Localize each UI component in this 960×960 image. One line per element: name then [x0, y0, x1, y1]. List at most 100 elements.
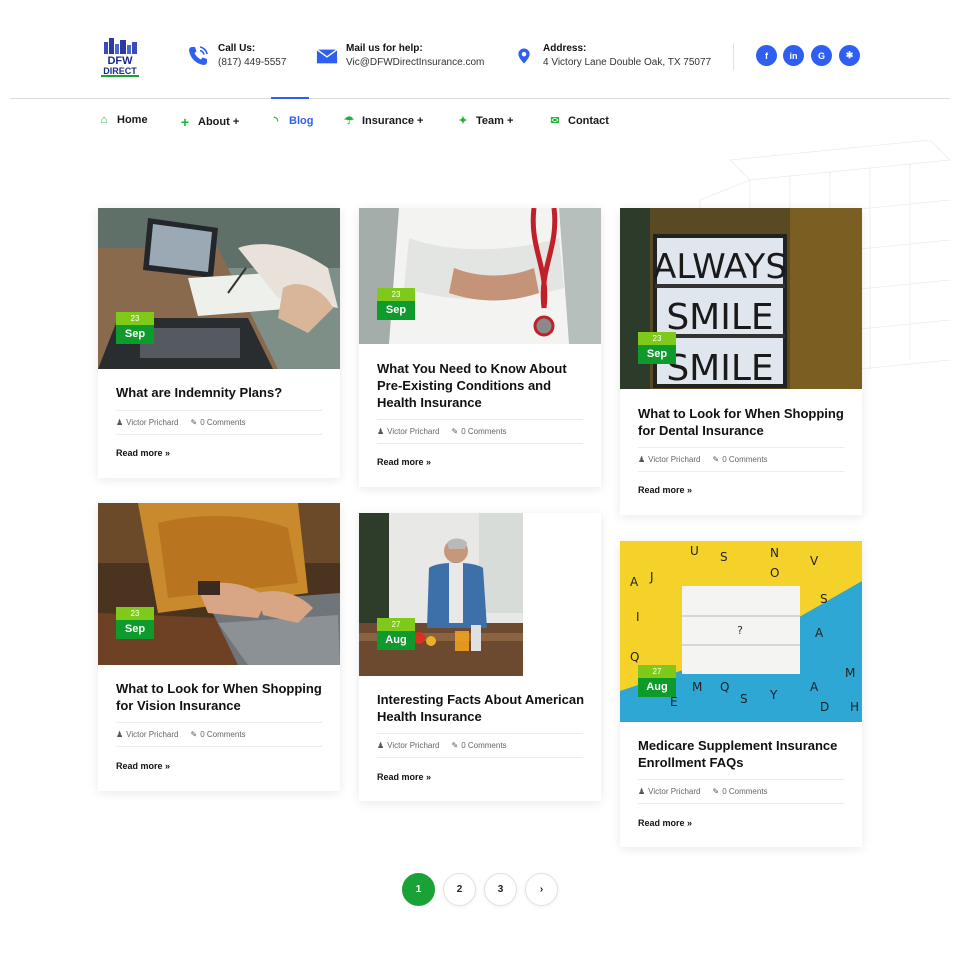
post-author[interactable]: Victor Prichard: [126, 730, 178, 739]
post-meta: ♟ Victor Prichard ✎ 0 Comments: [638, 779, 844, 804]
post-title[interactable]: Medicare Supplement Insurance Enrollment…: [638, 737, 846, 771]
svg-text:Q: Q: [720, 680, 729, 694]
svg-text:S: S: [740, 692, 748, 706]
svg-text:S: S: [720, 550, 728, 564]
read-more-link[interactable]: Read more »: [116, 448, 170, 458]
nav-contact[interactable]: ✉ Contact: [549, 114, 609, 128]
header-divider: [733, 43, 734, 70]
read-more-link[interactable]: Read more »: [116, 761, 170, 771]
nav-home-label: Home: [117, 114, 148, 126]
svg-text:I: I: [636, 610, 640, 624]
post-meta: ♟ Victor Prichard ✎ 0 Comments: [377, 733, 583, 758]
blog-card[interactable]: ALWAYS SMILE SMILE 23 Sep What to Look f…: [620, 208, 862, 515]
nav-about-label: About +: [198, 116, 240, 128]
phone-number[interactable]: (817) 449-5557: [218, 55, 286, 71]
rss-icon: ◝: [273, 115, 279, 127]
post-image-typing-laptop[interactable]: [98, 503, 340, 665]
users-icon: ✦: [458, 115, 468, 127]
date-badge: 23 Sep: [116, 312, 154, 344]
nav-insurance-label: Insurance +: [362, 114, 424, 127]
post-comments[interactable]: 0 Comments: [461, 427, 506, 436]
post-meta: ♟ Victor Prichard ✎ 0 Comments: [638, 447, 844, 472]
pagination-page-3[interactable]: 3: [484, 873, 517, 906]
blog-card[interactable]: 23 Sep What to Look for When Shopping fo…: [98, 503, 340, 791]
read-more-link[interactable]: Read more »: [377, 457, 431, 467]
post-comments[interactable]: 0 Comments: [722, 787, 767, 796]
post-author[interactable]: Victor Prichard: [387, 741, 439, 750]
post-author[interactable]: Victor Prichard: [648, 455, 700, 464]
blog-card[interactable]: ? JAUS NOVS AMAD YSQM EIQH 27 Aug Medica…: [620, 541, 862, 847]
mail-block[interactable]: Mail us for help: Vic@DFWDirectInsurance…: [316, 43, 484, 71]
post-author[interactable]: Victor Prichard: [648, 787, 700, 796]
post-comments[interactable]: 0 Comments: [200, 418, 245, 427]
call-us-block[interactable]: Call Us: (817) 449-5557: [186, 43, 286, 71]
post-title[interactable]: Interesting Facts About American Health …: [377, 691, 585, 725]
comments-icon: ✎: [451, 741, 459, 750]
date-month: Sep: [116, 325, 154, 344]
svg-text:A: A: [815, 626, 824, 640]
nav-team-label: Team +: [476, 114, 514, 127]
post-title[interactable]: What to Look for When Shopping for Visio…: [116, 680, 324, 714]
dfw-direct-logo[interactable]: DFW DIRECT: [98, 36, 142, 78]
date-badge: 23 Sep: [638, 332, 676, 364]
post-comments[interactable]: 0 Comments: [722, 455, 767, 464]
post-image-doctor-stethoscope[interactable]: [359, 208, 601, 344]
blog-card[interactable]: 23 Sep What You Need to Know About Pre-E…: [359, 208, 601, 487]
date-month: Sep: [638, 345, 676, 364]
blog-card[interactable]: 27 Aug Interesting Facts About American …: [359, 513, 601, 801]
call-us-label: Call Us:: [218, 43, 256, 54]
post-comments[interactable]: 0 Comments: [461, 741, 506, 750]
nav-contact-label: Contact: [568, 114, 609, 127]
svg-text:M: M: [692, 680, 702, 694]
svg-text:H: H: [850, 700, 859, 714]
read-more-link[interactable]: Read more »: [638, 485, 692, 495]
envelope-icon: ✉: [550, 115, 560, 127]
nav-home[interactable]: ⌂ Home: [98, 114, 148, 126]
post-author[interactable]: Victor Prichard: [126, 418, 178, 427]
email-address[interactable]: Vic@DFWDirectInsurance.com: [346, 55, 484, 71]
plus-icon: +: [180, 114, 190, 130]
nav-about[interactable]: + About +: [179, 114, 239, 130]
lightbox-text-line3: SMILE: [666, 348, 773, 389]
post-title[interactable]: What are Indemnity Plans?: [116, 384, 324, 401]
svg-text:V: V: [810, 554, 819, 568]
nav-insurance[interactable]: ☂ Insurance +: [343, 114, 424, 128]
lightbox-question-mark: ?: [737, 624, 743, 637]
comments-icon: ✎: [190, 418, 198, 427]
blog-card[interactable]: 23 Sep What are Indemnity Plans? ♟ Victo…: [98, 208, 340, 478]
read-more-link[interactable]: Read more »: [638, 818, 692, 828]
date-badge: 27 Aug: [377, 618, 415, 650]
date-month: Sep: [116, 620, 154, 639]
svg-text:U: U: [690, 544, 699, 558]
yelp-icon[interactable]: ✱: [839, 45, 860, 66]
pagination-page-2[interactable]: 2: [443, 873, 476, 906]
date-badge: 27 Aug: [638, 665, 676, 697]
post-author[interactable]: Victor Prichard: [387, 427, 439, 436]
svg-text:D: D: [820, 700, 829, 714]
post-image-man-kitchen[interactable]: [359, 513, 523, 676]
nav-blog[interactable]: ◝ Blog: [270, 114, 314, 128]
facebook-icon[interactable]: f: [756, 45, 777, 66]
google-icon[interactable]: G: [811, 45, 832, 66]
date-badge: 23 Sep: [116, 607, 154, 639]
post-title[interactable]: What to Look for When Shopping for Denta…: [638, 405, 846, 439]
svg-text:E: E: [670, 695, 678, 709]
address-block: Address: 4 Victory Lane Double Oak, TX 7…: [515, 43, 711, 71]
svg-text:M: M: [845, 666, 855, 680]
post-meta: ♟ Victor Prichard ✎ 0 Comments: [116, 410, 322, 435]
comments-icon: ✎: [190, 730, 198, 739]
read-more-link[interactable]: Read more »: [377, 772, 431, 782]
svg-text:N: N: [770, 546, 779, 560]
post-title[interactable]: What You Need to Know About Pre-Existing…: [377, 360, 585, 411]
svg-text:S: S: [820, 592, 828, 606]
date-day: 23: [116, 312, 154, 325]
user-icon: ♟: [116, 730, 124, 739]
post-comments[interactable]: 0 Comments: [200, 730, 245, 739]
mail-label: Mail us for help:: [346, 43, 423, 54]
pagination-page-1[interactable]: 1: [402, 873, 435, 906]
mail-icon: [316, 49, 338, 64]
linkedin-icon[interactable]: in: [783, 45, 804, 66]
pagination-next-button[interactable]: ›: [525, 873, 558, 906]
nav-team[interactable]: ✦ Team +: [457, 114, 514, 128]
post-image-laptop-desk[interactable]: [98, 208, 340, 369]
